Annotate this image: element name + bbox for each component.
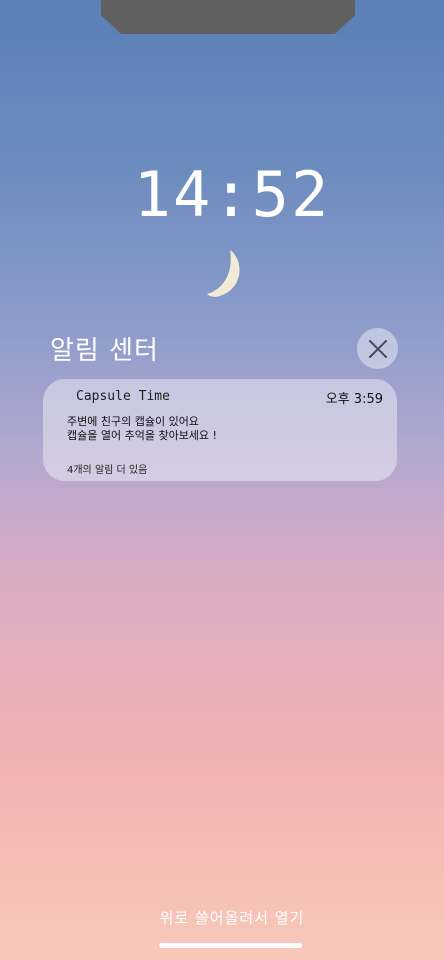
close-icon [368, 339, 387, 358]
camera-notch [101, 0, 355, 34]
notification-card[interactable]: Capsule Time 오후 3:59 주변에 친구의 캡슐이 있어요 캡슐을… [43, 379, 397, 481]
notification-body: 주변에 친구의 캡슐이 있어요 캡슐을 열어 추억을 찾아보세요 ! [67, 415, 217, 443]
notification-line-2: 캡슐을 열어 추억을 찾아보세요 ! [67, 429, 217, 442]
more-notifications-label[interactable]: 4개의 알림 더 있음 [67, 461, 147, 476]
notification-line-1: 주변에 친구의 캡슐이 있어요 [67, 415, 199, 428]
notification-app-name: Capsule Time [76, 389, 170, 404]
notification-time: 오후 3:59 [325, 392, 383, 407]
crescent-moon-icon [207, 250, 240, 297]
home-indicator[interactable] [159, 943, 302, 948]
close-button[interactable] [357, 328, 398, 369]
swipe-up-hint: 위로 쓸어올려서 열기 [159, 909, 305, 927]
notification-center-title: 알림 센터 [50, 336, 159, 366]
lockscreen-clock: 14:52 [133, 158, 331, 231]
